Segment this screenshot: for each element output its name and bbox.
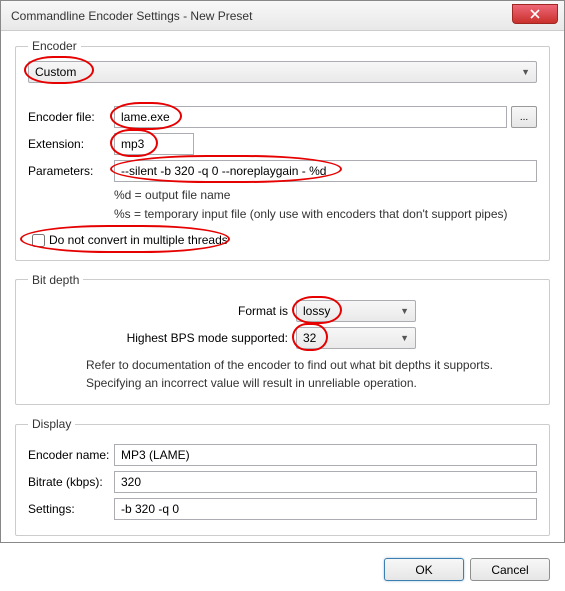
window-title: Commandline Encoder Settings - New Prese…	[11, 9, 252, 23]
bitdepth-note1: Refer to documentation of the encoder to…	[86, 357, 537, 374]
preset-dropdown[interactable]: Custom ▼	[28, 61, 537, 83]
parameters-input[interactable]	[114, 160, 537, 182]
bitrate-label: Bitrate (kbps):	[28, 475, 114, 489]
hint-output: %d = output file name	[114, 187, 537, 204]
bps-label: Highest BPS mode supported:	[28, 331, 288, 345]
bitdepth-fieldset: Bit depth Format is lossy ▼ Highest BPS …	[15, 273, 550, 406]
format-select[interactable]: lossy ▼	[296, 300, 416, 322]
multithread-checkbox[interactable]	[32, 234, 45, 247]
titlebar: Commandline Encoder Settings - New Prese…	[1, 1, 564, 31]
browse-label: ...	[520, 112, 528, 123]
encoder-name-input[interactable]	[114, 444, 537, 466]
display-legend: Display	[28, 417, 75, 431]
encoder-legend: Encoder	[28, 39, 81, 53]
browse-button[interactable]: ...	[511, 106, 537, 128]
format-value: lossy	[303, 304, 330, 318]
settings-input[interactable]	[114, 498, 537, 520]
bitdepth-note2: Specifying an incorrect value will resul…	[86, 375, 537, 392]
extension-input[interactable]	[114, 133, 194, 155]
bitdepth-legend: Bit depth	[28, 273, 83, 287]
multithread-label: Do not convert in multiple threads	[49, 233, 228, 247]
settings-label: Settings:	[28, 502, 114, 516]
chevron-down-icon: ▼	[400, 306, 409, 316]
format-label: Format is	[28, 304, 288, 318]
chevron-down-icon: ▼	[521, 67, 530, 77]
encoder-fieldset: Encoder Custom ▼ Encoder file: ... Exten…	[15, 39, 550, 261]
encoder-name-label: Encoder name:	[28, 448, 114, 462]
bps-select[interactable]: 32 ▼	[296, 327, 416, 349]
close-icon	[530, 9, 540, 19]
hint-tempfile: %s = temporary input file (only use with…	[114, 206, 537, 223]
encoder-file-input[interactable]	[114, 106, 507, 128]
bps-value: 32	[303, 331, 316, 345]
display-fieldset: Display Encoder name: Bitrate (kbps): Se…	[15, 417, 550, 536]
encoder-file-label: Encoder file:	[28, 110, 114, 124]
extension-label: Extension:	[28, 137, 114, 151]
cancel-button[interactable]: Cancel	[470, 558, 550, 581]
parameters-label: Parameters:	[28, 164, 114, 178]
bitrate-input[interactable]	[114, 471, 537, 493]
ok-button[interactable]: OK	[384, 558, 464, 581]
chevron-down-icon: ▼	[400, 333, 409, 343]
close-button[interactable]	[512, 4, 558, 24]
preset-dropdown-value: Custom	[35, 65, 76, 79]
